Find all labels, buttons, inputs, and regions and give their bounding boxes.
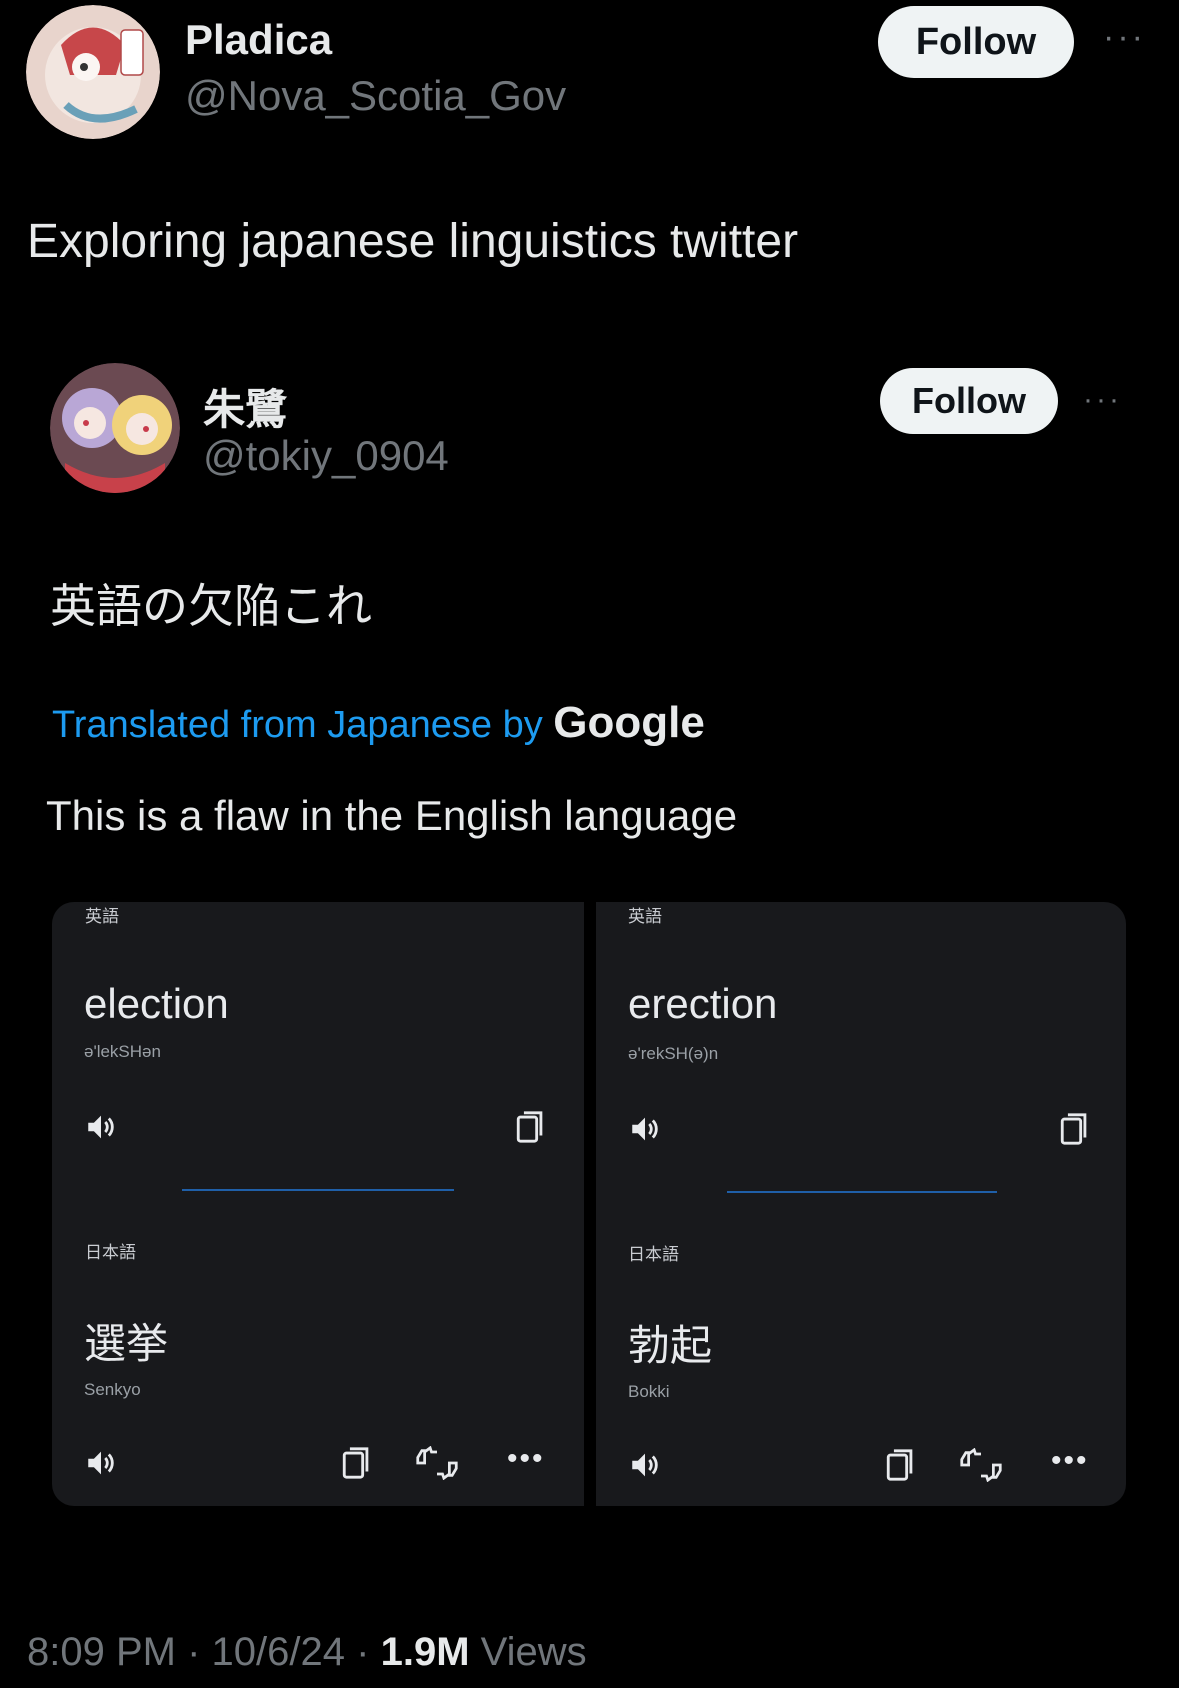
panel-gap xyxy=(584,902,596,1506)
translated-label[interactable]: Translated from Japanese by xyxy=(52,704,543,746)
translation-panel-2: 英語 erection ə'rekSH(ə)n 日本語 勃起 Bokki ••• xyxy=(596,902,1126,1506)
copy-icon[interactable] xyxy=(514,1108,548,1151)
divider-line xyxy=(182,1189,454,1191)
speaker-icon[interactable] xyxy=(628,1112,662,1151)
phonetic: ə'lekSHən xyxy=(84,1042,161,1061)
copy-icon[interactable] xyxy=(884,1446,918,1489)
thumbs-feedback-icon[interactable] xyxy=(959,1447,1003,1487)
copy-icon[interactable] xyxy=(340,1444,374,1487)
outer-tweet-text: Exploring japanese linguistics twitter xyxy=(27,215,799,268)
more-options-icon-quoted[interactable]: ··· xyxy=(1083,383,1122,417)
follow-button-outer[interactable]: Follow xyxy=(878,6,1074,78)
romanization: Bokki xyxy=(628,1382,670,1401)
google-brand: Google xyxy=(553,698,705,747)
quoted-tweet-text: 英語の欠陥これ xyxy=(50,579,372,633)
speaker-icon[interactable] xyxy=(84,1110,118,1149)
tweet-time[interactable]: 8:09 PM xyxy=(27,1630,176,1674)
outer-display-name[interactable]: Pladica xyxy=(185,16,332,64)
target-lang-label: 日本語 xyxy=(85,1243,136,1263)
translation-panel-1: 英語 election ə'lekSHən 日本語 選挙 Senkyo ••• xyxy=(52,902,584,1506)
tweet-date[interactable]: 10/6/24 xyxy=(212,1630,345,1674)
avatar-pladica[interactable] xyxy=(26,5,160,139)
quoted-handle[interactable]: @tokiy_0904 xyxy=(203,432,449,480)
separator: · xyxy=(187,1630,201,1674)
views-count: 1.9M xyxy=(380,1630,470,1674)
translation-screenshot-card: 英語 election ə'lekSHən 日本語 選挙 Senkyo ••• … xyxy=(52,902,1126,1506)
translation-text: This is a flaw in the English language xyxy=(46,792,738,839)
target-lang-label: 日本語 xyxy=(628,1245,679,1265)
source-word: election xyxy=(84,980,229,1027)
speaker-icon[interactable] xyxy=(84,1446,118,1485)
divider-line xyxy=(727,1191,997,1193)
avatar-tokiy[interactable] xyxy=(50,363,180,493)
source-lang-label: 英語 xyxy=(628,907,662,927)
views-label: Views xyxy=(480,1630,587,1674)
phonetic: ə'rekSH(ə)n xyxy=(628,1044,719,1063)
copy-icon[interactable] xyxy=(1058,1110,1092,1153)
thumbs-feedback-icon[interactable] xyxy=(415,1445,459,1485)
target-word: 勃起 xyxy=(628,1321,713,1370)
outer-handle[interactable]: @Nova_Scotia_Gov xyxy=(185,72,566,120)
speaker-icon[interactable] xyxy=(628,1448,662,1487)
source-lang-label: 英語 xyxy=(85,907,119,927)
tweet-footer: 8:09 PM · 10/6/24 · 1.9M Views xyxy=(27,1630,587,1675)
more-options-icon-outer[interactable]: ··· xyxy=(1103,18,1146,57)
more-icon[interactable]: ••• xyxy=(507,1442,545,1476)
translated-by-google[interactable]: Translated from Japanese by Google xyxy=(52,698,705,748)
romanization: Senkyo xyxy=(84,1380,141,1399)
target-word: 選挙 xyxy=(84,1319,169,1368)
quoted-display-name[interactable]: 朱鷺 xyxy=(203,376,287,437)
more-icon[interactable]: ••• xyxy=(1051,1444,1089,1478)
follow-button-quoted[interactable]: Follow xyxy=(880,368,1058,434)
separator: · xyxy=(356,1630,370,1674)
source-word: erection xyxy=(628,980,778,1027)
